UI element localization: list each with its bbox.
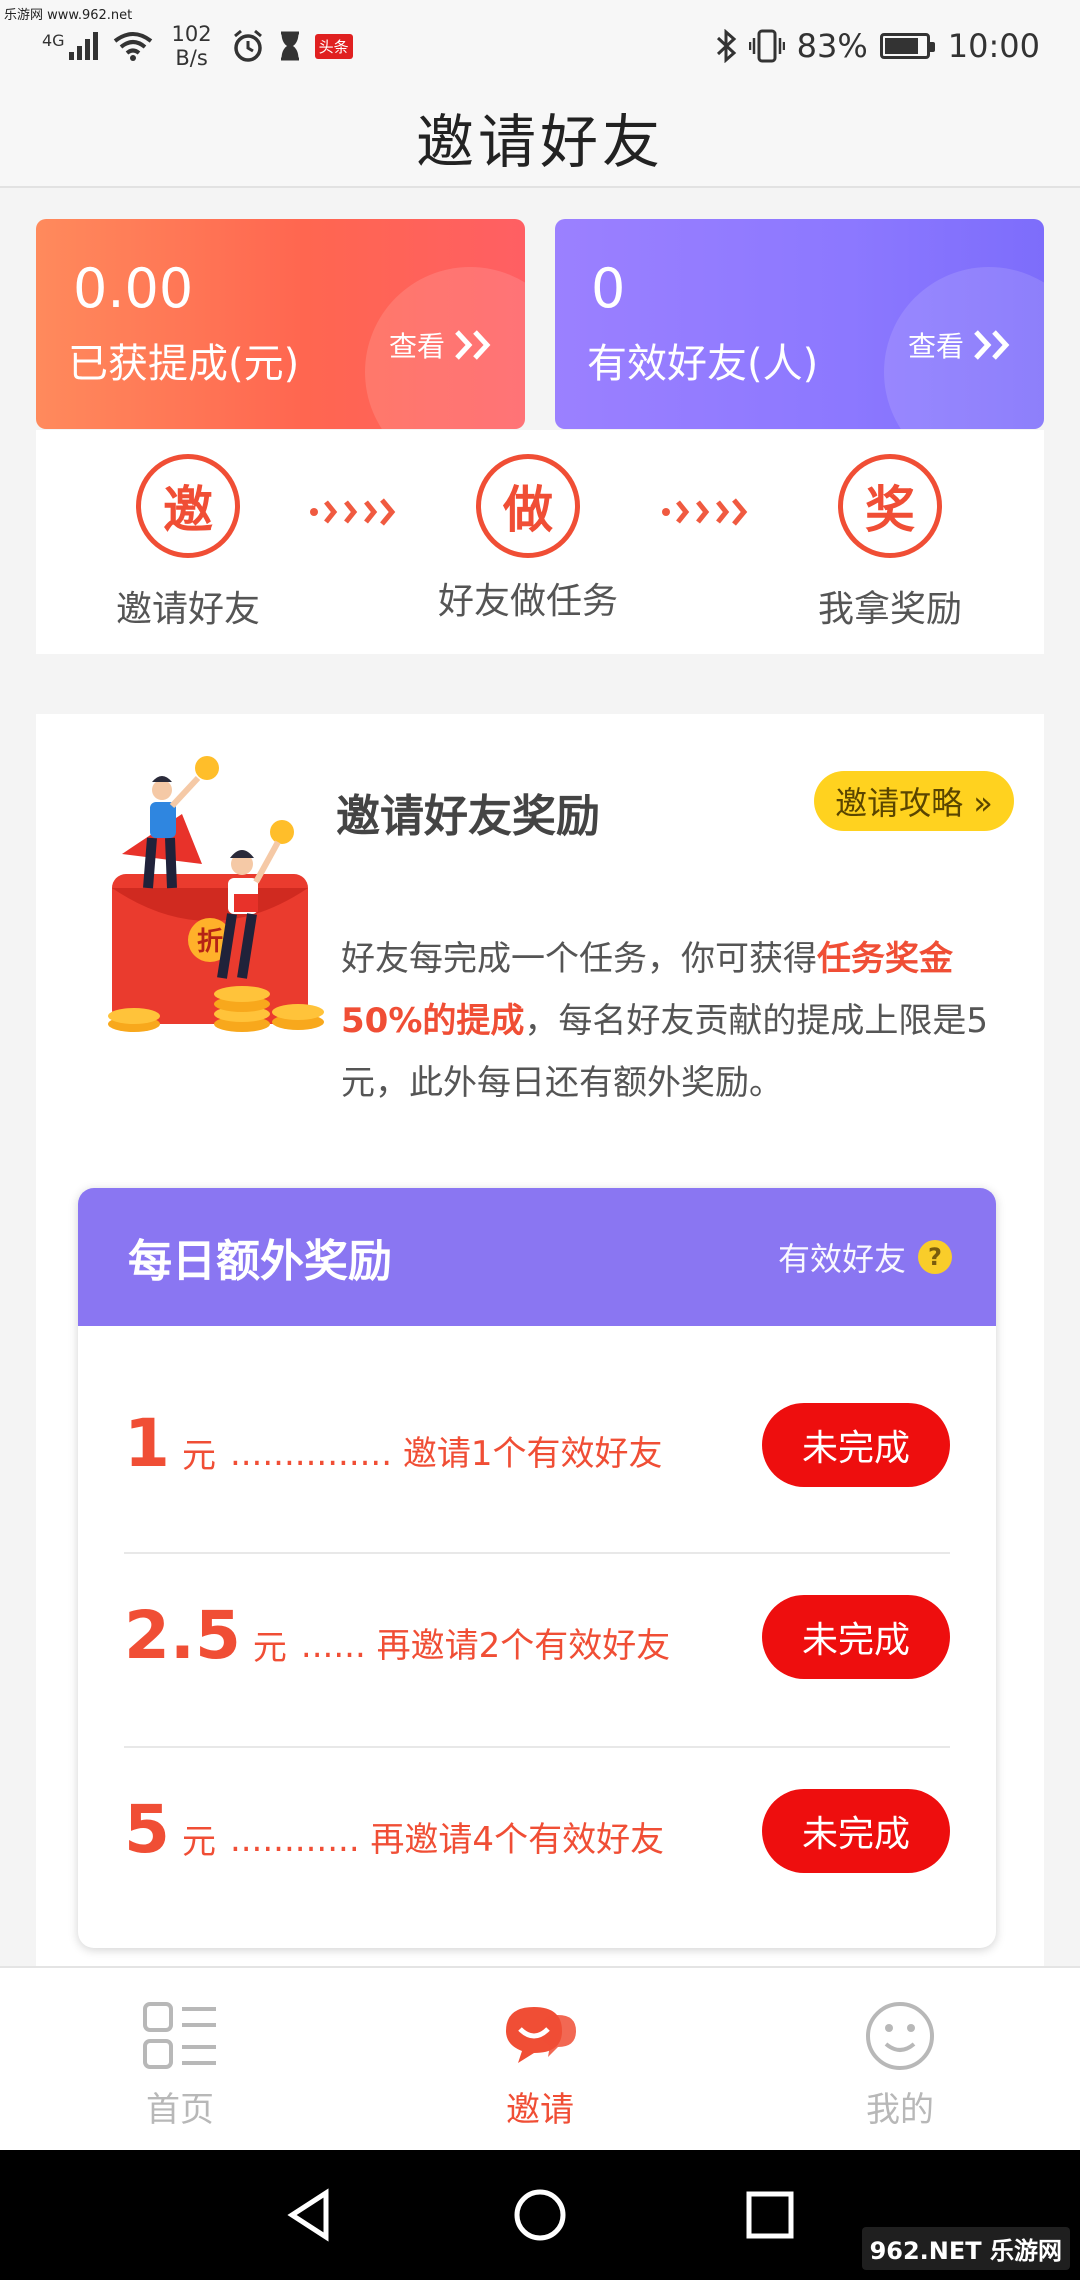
recents-square-icon[interactable] [735,2180,805,2250]
commission-value: 0.00 [73,257,194,320]
bluetooth-icon [716,29,736,63]
grid-list-icon [80,1996,280,2076]
status-button[interactable]: 未完成 [762,1403,950,1487]
nav-mine-label: 我的 [866,2090,934,2130]
nav-invite-label: 邀请 [506,2090,574,2130]
commission-label: 已获提成(元) [68,341,300,387]
nav-home[interactable]: 首页 [80,1996,280,2131]
status-button[interactable]: 未完成 [762,1595,950,1679]
daily-reward-row: 2.5 元 ...... 再邀请2个有效好友 未完成 [124,1540,950,1730]
step-task-icon: 做 [476,454,580,558]
invite-steps: 邀 邀请好友 做 好友做任务 奖 我拿奖励 [36,430,1044,654]
header: 邀请好友 [0,88,1080,188]
step-task: 做 好友做任务 [418,454,638,624]
reward-unit: 元 [252,1627,287,1668]
status-bar: 乐游网 www.962.net 4G 102 B/s 头条 83% 10:00 [0,0,1080,88]
news-app-badge: 头条 [314,33,353,59]
home-circle-icon[interactable] [505,2180,575,2250]
reward-amount: 5 [124,1790,170,1868]
site-watermark: 962.NET 乐游网 [861,2227,1070,2270]
wifi-icon [113,32,152,61]
back-icon[interactable] [275,2180,345,2250]
friends-card[interactable]: 0 有效好友(人) 查看 [555,219,1044,429]
double-chevron-icon [455,330,491,360]
battery-icon [879,33,935,59]
step-invite-icon: 邀 [136,454,240,558]
step-reward: 奖 我拿奖励 [780,454,1000,632]
hourglass-icon [280,31,299,61]
status-right: 83% 10:00 [715,18,1040,74]
reward-unit: 元 [181,1435,216,1476]
clock: 10:00 [947,27,1040,65]
coin-label: 折 [197,927,223,957]
battery-percent: 83% [796,27,868,65]
daily-reward-row: 5 元 ............ 再邀请4个有效好友 未完成 [124,1734,950,1924]
reward-description: 好友每完成一个任务，你可获得任务奖金50%的提成，每名好友贡献的提成上限是5元，… [341,939,989,1103]
step-task-label: 好友做任务 [437,581,618,622]
reward-amount: 2.5 [124,1596,241,1674]
nav-invite[interactable]: 邀请 [440,1996,640,2131]
arrow-icon [662,498,748,526]
reward-unit: 元 [181,1821,216,1862]
double-chevron-icon [974,330,1010,360]
arrow-icon [310,498,396,526]
view-friends-button[interactable]: 查看 [908,325,1016,365]
step-reward-label: 我拿奖励 [817,589,962,630]
network-speed: 102 B/s [171,22,212,70]
daily-reward-panel: 每日额外奖励 有效好友 ? 1 元 ............... 邀请1个有效… [78,1188,996,1948]
reward-title: 邀请好友奖励 [336,791,600,842]
friends-label: 有效好友(人) [587,341,819,387]
bottom-nav: 首页 邀请 我的 [0,1966,1080,2150]
reward-condition: ............... 邀请1个有效好友 [229,1433,663,1474]
step-invite-label: 邀请好友 [115,589,260,630]
reward-condition: ............ 再邀请4个有效好友 [229,1819,665,1860]
reward-amount: 1 [124,1404,170,1482]
help-icon[interactable]: ? [918,1240,952,1274]
nav-mine[interactable]: 我的 [800,1996,1000,2131]
network-type: 4G [42,31,65,50]
reward-card: 折 邀请好友奖励 邀请攻略 » 好友每完成一个任务，你可获得任务奖金50%的提成… [36,714,1044,1974]
valid-friends-help[interactable]: 有效好友 ? [778,1234,952,1280]
smiley-icon [800,1996,1000,2076]
daily-reward-row: 1 元 ............... 邀请1个有效好友 未完成 [124,1348,950,1538]
step-reward-icon: 奖 [838,454,942,558]
signal-icon: 4G [42,32,99,60]
vibrate-icon [748,29,785,63]
reward-condition: ...... 再邀请2个有效好友 [300,1625,671,1666]
view-commission-button[interactable]: 查看 [389,325,497,365]
invite-strategy-button[interactable]: 邀请攻略 » [814,771,1014,831]
page-title: 邀请好友 [415,108,664,176]
chat-smile-icon [440,1996,640,2076]
step-invite: 邀 邀请好友 [78,454,298,632]
daily-reward-header: 每日额外奖励 有效好友 ? [78,1188,996,1326]
daily-reward-title: 每日额外奖励 [128,1236,392,1287]
system-nav-bar: 962.NET 乐游网 [0,2150,1080,2280]
nav-home-label: 首页 [146,2090,214,2130]
red-envelope-illustration: 折 [108,756,324,1032]
alarm-icon [233,29,262,62]
friends-value: 0 [591,257,626,320]
status-left: 4G 102 B/s 头条 [42,18,353,74]
commission-card[interactable]: 0.00 已获提成(元) 查看 [36,219,525,429]
status-button[interactable]: 未完成 [762,1789,950,1873]
